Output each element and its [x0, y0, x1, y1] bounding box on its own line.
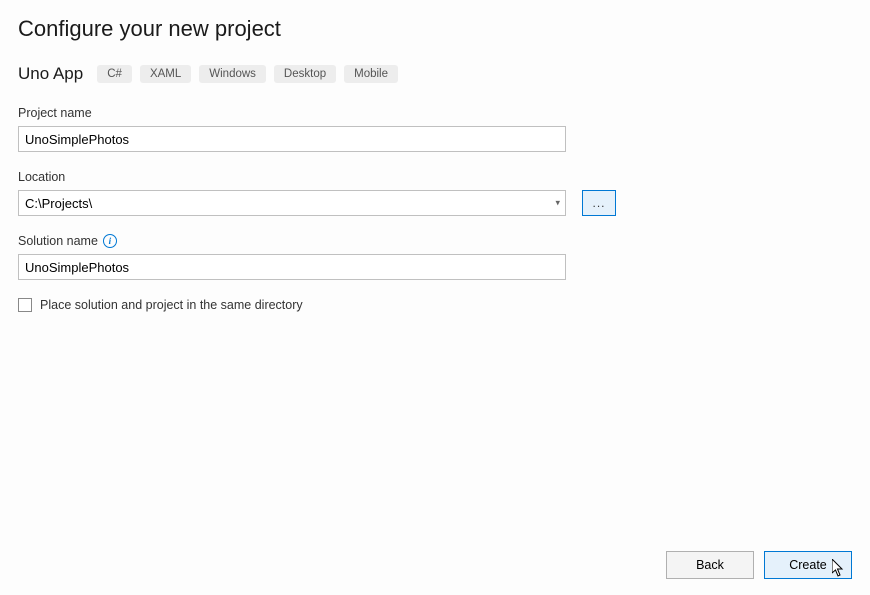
create-button[interactable]: Create	[764, 551, 852, 579]
tag-csharp: C#	[97, 65, 132, 83]
tag-mobile: Mobile	[344, 65, 398, 83]
info-icon[interactable]: i	[103, 234, 117, 248]
template-info-row: Uno App C# XAML Windows Desktop Mobile	[18, 64, 852, 84]
browse-button[interactable]: ...	[582, 190, 616, 216]
solution-name-label: Solution name	[18, 234, 98, 248]
tag-windows: Windows	[199, 65, 266, 83]
page-title: Configure your new project	[18, 16, 852, 42]
location-input[interactable]	[18, 190, 566, 216]
tag-desktop: Desktop	[274, 65, 336, 83]
footer: Back Create	[666, 551, 852, 579]
location-group: Location ▾ ...	[18, 170, 852, 216]
project-name-label: Project name	[18, 106, 852, 120]
location-combo[interactable]: ▾	[18, 190, 566, 216]
solution-name-group: Solution name i	[18, 234, 852, 280]
project-name-group: Project name	[18, 106, 852, 152]
same-directory-label: Place solution and project in the same d…	[40, 298, 303, 312]
tag-xaml: XAML	[140, 65, 191, 83]
same-directory-row[interactable]: Place solution and project in the same d…	[18, 298, 852, 312]
back-button[interactable]: Back	[666, 551, 754, 579]
same-directory-checkbox[interactable]	[18, 298, 32, 312]
project-name-input[interactable]	[18, 126, 566, 152]
template-name: Uno App	[18, 64, 83, 84]
location-label: Location	[18, 170, 852, 184]
solution-name-input[interactable]	[18, 254, 566, 280]
